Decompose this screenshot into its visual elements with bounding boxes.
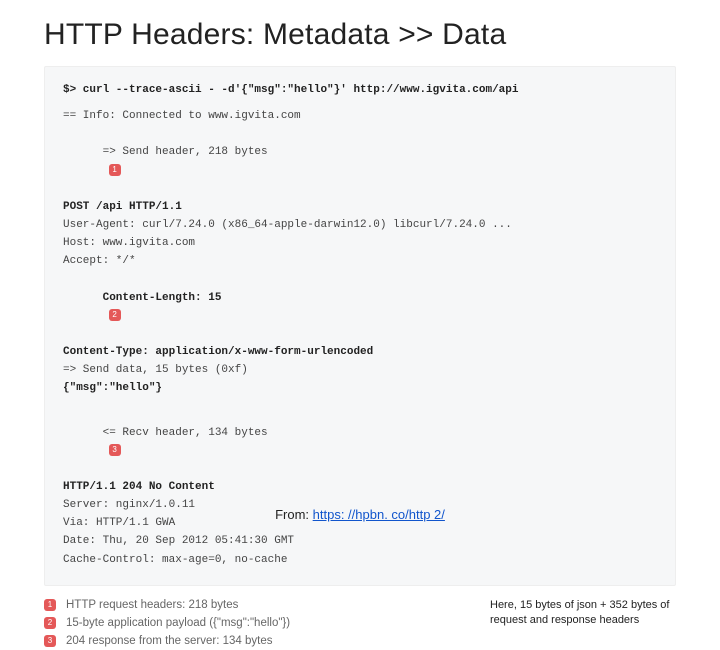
code-send-header: => Send header, 218 bytes: [103, 146, 268, 158]
code-recv-header: <= Recv header, 134 bytes: [103, 427, 268, 439]
code-content-length-line: Content-Length: 15 2: [63, 270, 657, 343]
code-accept: Accept: */*: [63, 252, 657, 270]
badge-2-icon: 2: [109, 309, 121, 321]
source-link[interactable]: https: //hpbn. co/http 2/: [313, 507, 445, 522]
code-request-line: POST /api HTTP/1.1: [63, 198, 657, 216]
code-user-agent: User-Agent: curl/7.24.0 (x86_64-apple-da…: [63, 216, 657, 234]
legend-row-3: 3 204 response from the server: 134 byte…: [44, 632, 676, 650]
code-status: HTTP/1.1 204 No Content: [63, 478, 657, 496]
badge-3-icon: 3: [109, 444, 121, 456]
code-content-type: Content-Type: application/x-www-form-url…: [63, 343, 657, 361]
code-send-header-line: => Send header, 218 bytes 1: [63, 125, 657, 198]
source-prefix: From:: [275, 507, 313, 522]
code-info: == Info: Connected to www.igvita.com: [63, 107, 657, 125]
legend-badge-3-icon: 3: [44, 635, 56, 647]
code-recv-header-line: <= Recv header, 134 bytes 3: [63, 405, 657, 478]
legend-text-3: 204 response from the server: 134 bytes: [66, 635, 272, 647]
code-send-data: => Send data, 15 bytes (0xf): [63, 361, 657, 379]
annotation-text: Here, 15 bytes of json + 352 bytes of re…: [490, 598, 680, 628]
badge-1-icon: 1: [109, 164, 121, 176]
code-cmd: $> curl --trace-ascii - -d'{"msg":"hello…: [63, 81, 657, 99]
code-cache-control: Cache-Control: max-age=0, no-cache: [63, 551, 657, 569]
legend: 1 HTTP request headers: 218 bytes 2 15-b…: [44, 596, 676, 650]
legend-badge-1-icon: 1: [44, 599, 56, 611]
legend-text-1: HTTP request headers: 218 bytes: [66, 599, 238, 611]
legend-badge-2-icon: 2: [44, 617, 56, 629]
legend-text-2: 15-byte application payload ({"msg":"hel…: [66, 617, 290, 629]
source-line: From: https: //hpbn. co/http 2/: [0, 507, 720, 522]
code-host: Host: www.igvita.com: [63, 234, 657, 252]
code-date: Date: Thu, 20 Sep 2012 05:41:30 GMT: [63, 532, 657, 550]
slide-title: HTTP Headers: Metadata >> Data: [44, 18, 676, 52]
code-content-length: Content-Length: 15: [103, 292, 222, 304]
code-body: {"msg":"hello"}: [63, 379, 657, 397]
